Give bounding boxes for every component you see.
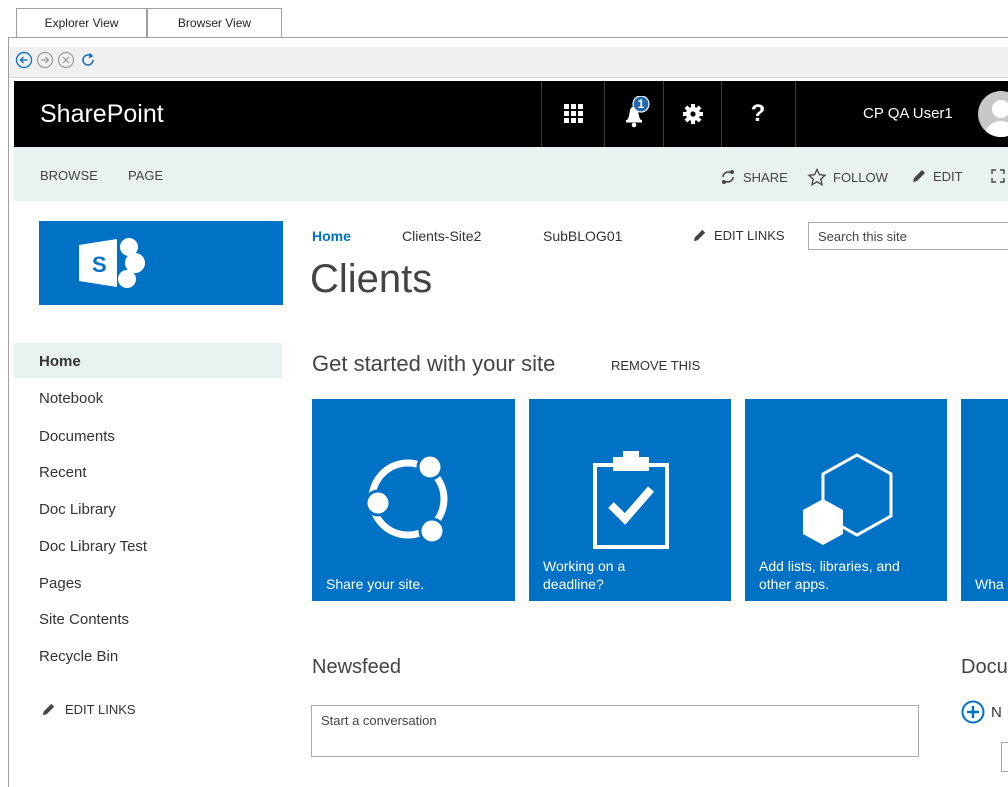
plus-circle-icon: [961, 700, 985, 724]
tab-explorer-view[interactable]: Explorer View: [16, 8, 147, 37]
notification-count: 1: [637, 97, 645, 111]
user-name[interactable]: CP QA User1: [863, 103, 953, 125]
tab-divider: [8, 37, 1008, 38]
quick-launch-item-notebook[interactable]: Notebook: [39, 389, 103, 409]
quick-launch-item-pages[interactable]: Pages: [39, 574, 82, 594]
tile-share-site-label: Share your site.: [326, 576, 425, 592]
star-icon: [807, 168, 827, 186]
share-button[interactable]: SHARE: [719, 168, 788, 186]
pencil-icon: [913, 170, 925, 182]
search-input[interactable]: Search this site: [808, 222, 1008, 250]
forward-icon[interactable]: [36, 51, 54, 69]
browser-nav-bar: [9, 47, 1008, 78]
tile-add-lists-libraries[interactable]: Add lists, libraries, and other apps.: [745, 399, 947, 601]
focus-icon: [991, 169, 1005, 183]
new-document-button[interactable]: N: [961, 700, 1002, 724]
focus-content-button[interactable]: [990, 168, 1006, 184]
suite-separator: [663, 81, 664, 147]
sharepoint-logo-icon: S: [79, 238, 145, 288]
topnav-item-clients-site2[interactable]: Clients-Site2: [402, 228, 481, 244]
pencil-icon: [693, 229, 706, 242]
add-apps-hexagon-icon: [803, 453, 893, 545]
topnav-item-home[interactable]: Home: [312, 228, 351, 244]
site-logo[interactable]: S: [39, 221, 283, 305]
new-document-label: N: [991, 703, 1002, 721]
quick-launch-item-doc-library-test[interactable]: Doc Library Test: [39, 537, 147, 557]
documents-title: Docu: [961, 656, 1008, 678]
start-conversation-input[interactable]: Start a conversation: [311, 705, 919, 757]
quick-launch-item-doc-library[interactable]: Doc Library: [39, 500, 116, 520]
host-tab-bar: Explorer View Browser View: [0, 0, 1008, 38]
share-label: SHARE: [743, 169, 788, 185]
suite-separator: [604, 81, 605, 147]
share-site-icon: [364, 453, 448, 545]
quick-launch-item-recycle-bin[interactable]: Recycle Bin: [39, 647, 118, 667]
edit-button[interactable]: EDIT: [911, 168, 963, 184]
gear-icon[interactable]: [673, 96, 713, 132]
edit-label: EDIT: [933, 168, 963, 184]
topnav-edit-links-label: EDIT LINKS: [714, 228, 785, 243]
suite-separator: [721, 81, 722, 147]
tile-whats-new-label: Wha: [975, 576, 1004, 592]
ribbon-tab-browse[interactable]: BROWSE: [40, 168, 98, 183]
quick-launch-item-documents[interactable]: Documents: [39, 427, 115, 447]
quick-launch-item-site-contents[interactable]: Site Contents: [39, 610, 129, 630]
quick-launch-item-recent[interactable]: Recent: [39, 463, 87, 483]
app-launcher-icon[interactable]: [553, 96, 593, 132]
quick-launch-item-home[interactable]: Home: [39, 352, 81, 372]
refresh-icon[interactable]: [79, 51, 97, 69]
help-icon[interactable]: ?: [738, 96, 778, 132]
ribbon-tab-page[interactable]: PAGE: [128, 168, 163, 183]
document-search-box[interactable]: [1001, 742, 1008, 772]
topnav-item-subblog01[interactable]: SubBLOG01: [543, 228, 622, 244]
pencil-icon: [42, 703, 55, 716]
help-glyph: ?: [750, 100, 766, 127]
getting-started-title: Get started with your site: [312, 351, 556, 376]
brand-title[interactable]: SharePoint: [40, 97, 164, 131]
topnav-edit-links[interactable]: EDIT LINKS: [692, 228, 785, 243]
tile-share-site[interactable]: Share your site.: [312, 399, 515, 601]
notification-bell-icon[interactable]: 1: [614, 95, 654, 132]
suite-separator: [541, 81, 542, 147]
stop-icon[interactable]: [57, 51, 75, 69]
quick-launch-edit-links[interactable]: EDIT LINKS: [41, 702, 136, 717]
tile-deadline-label: Working on a deadline?: [543, 558, 626, 592]
tile-whats-new[interactable]: Wha: [961, 399, 1008, 601]
remove-this-link[interactable]: REMOVE THIS: [611, 358, 700, 373]
follow-label: FOLLOW: [833, 169, 888, 185]
svg-text:S: S: [92, 252, 107, 277]
quick-launch-edit-links-label: EDIT LINKS: [65, 702, 136, 717]
frame-border: [8, 38, 9, 787]
tile-working-on-deadline[interactable]: Working on a deadline?: [529, 399, 731, 601]
share-icon: [722, 170, 734, 184]
tab-browser-view[interactable]: Browser View: [147, 8, 282, 37]
tile-add-apps-label: Add lists, libraries, and other apps.: [759, 558, 900, 592]
follow-button[interactable]: FOLLOW: [807, 168, 888, 186]
back-icon[interactable]: [15, 51, 33, 69]
suite-separator: [795, 81, 796, 147]
newsfeed-title: Newsfeed: [312, 656, 401, 678]
page-title: Clients: [310, 257, 433, 301]
clipboard-check-icon: [593, 451, 669, 549]
